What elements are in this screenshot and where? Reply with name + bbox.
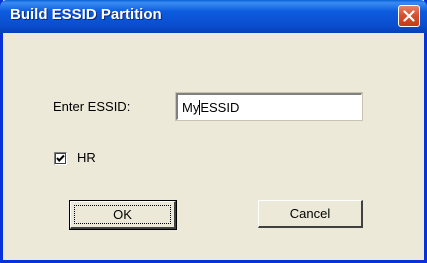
checkmark-icon <box>56 154 65 162</box>
hr-checkbox[interactable] <box>54 152 67 165</box>
essid-value-before-caret: My <box>182 99 200 115</box>
cancel-button-label: Cancel <box>289 206 331 221</box>
window-title: Build ESSID Partition <box>10 6 162 23</box>
close-button[interactable] <box>398 5 420 27</box>
dialog-window: Build ESSID Partition Enter ESSID: My ESS… <box>0 0 427 263</box>
essid-value-after-caret: ESSID <box>200 99 240 115</box>
ok-button[interactable]: OK <box>69 200 177 230</box>
cancel-button[interactable]: Cancel <box>258 200 363 228</box>
close-icon <box>403 10 415 22</box>
focus-rectangle <box>74 205 171 224</box>
title-bar[interactable]: Build ESSID Partition <box>0 0 427 33</box>
hr-label: HR <box>77 150 96 165</box>
essid-label: Enter ESSID: <box>53 99 131 114</box>
essid-input[interactable]: My ESSID <box>175 92 363 121</box>
